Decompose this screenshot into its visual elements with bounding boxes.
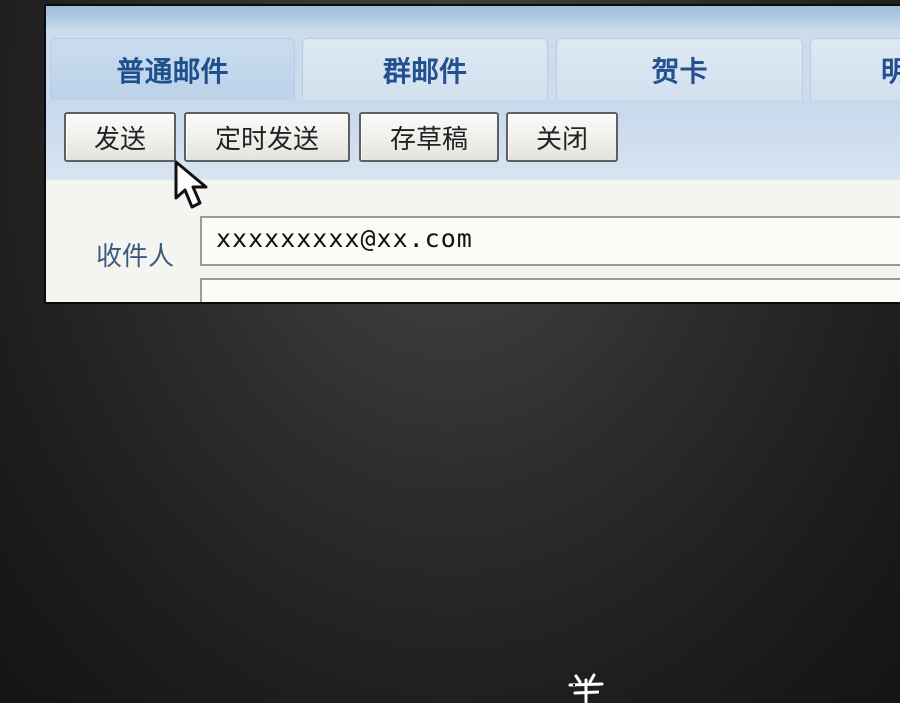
close-button[interactable]: 关闭 [506, 112, 618, 162]
send-button[interactable]: 发送 [64, 112, 176, 162]
recipient-label: 收件人 [96, 242, 175, 272]
cc-input[interactable] [200, 278, 900, 302]
save-draft-button[interactable]: 存草稿 [359, 112, 499, 162]
mouse-pointer-icon [174, 160, 208, 209]
decorative-glyph-icon [568, 673, 604, 703]
tab-postcard[interactable]: 明 [810, 38, 900, 100]
tab-normal-mail[interactable]: 普通邮件 [50, 38, 295, 100]
mail-type-tabs: 普通邮件 群邮件 贺卡 明 [46, 28, 900, 104]
recipient-input[interactable]: xxxxxxxxx@xx.com [200, 216, 900, 266]
timed-send-button[interactable]: 定时发送 [184, 112, 350, 162]
tab-group-mail[interactable]: 群邮件 [302, 38, 548, 100]
window-top-bar [46, 6, 900, 29]
mail-compose-window: 普通邮件 群邮件 贺卡 明 发送 定时发送 存草稿 关闭 收件人 xxxxxxx… [44, 4, 900, 304]
tab-greeting-card[interactable]: 贺卡 [556, 38, 803, 100]
